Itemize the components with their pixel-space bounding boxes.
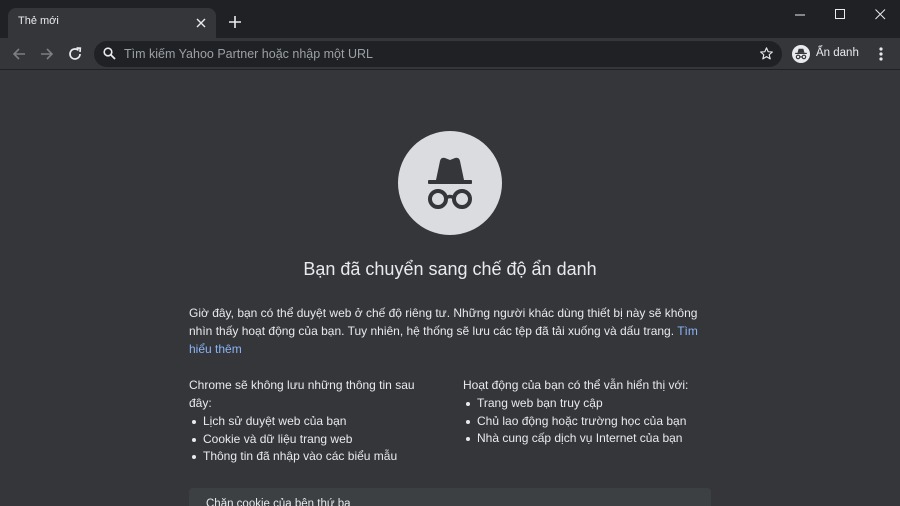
toolbar: Tìm kiếm Yahoo Partner hoặc nhập một URL…: [0, 38, 900, 70]
maximize-button[interactable]: [820, 0, 860, 28]
title-bar: Thẻ mới: [0, 0, 900, 38]
visible-to-title: Hoạt động của bạn có thể vẫn hiển thị vớ…: [463, 378, 689, 392]
arrow-right-icon: [41, 48, 54, 60]
close-icon[interactable]: [192, 14, 210, 32]
not-saved-section: Chrome sẽ không lưu những thông tin sau …: [189, 376, 431, 466]
intro-body: Giờ đây, bạn có thể duyệt web ở chế độ r…: [189, 306, 698, 338]
incognito-profile-button[interactable]: Ẩn danh: [788, 41, 864, 67]
incognito-label: Ẩn danh: [816, 47, 859, 59]
page-title: Bạn đã chuyển sang chế độ ẩn danh: [303, 259, 597, 279]
plus-icon: [229, 16, 241, 28]
back-button[interactable]: [6, 41, 32, 67]
address-bar[interactable]: Tìm kiếm Yahoo Partner hoặc nhập một URL: [94, 41, 782, 67]
list-item: Trang web bạn truy cập: [463, 395, 713, 413]
list-item: Thông tin đã nhập vào các biểu mẫu: [189, 448, 431, 466]
not-saved-list: Lịch sử duyệt web của bạn Cookie và dữ l…: [189, 413, 431, 466]
list-item: Nhà cung cấp dịch vụ Internet của bạn: [463, 430, 713, 448]
incognito-icon: [792, 45, 810, 63]
list-item: Lịch sử duyệt web của bạn: [189, 413, 431, 431]
search-icon: [103, 47, 116, 65]
new-tab-button[interactable]: [224, 11, 246, 33]
incognito-page: Bạn đã chuyển sang chế độ ẩn danh Giờ đâ…: [0, 71, 900, 506]
forward-button[interactable]: [34, 41, 60, 67]
menu-button[interactable]: [870, 41, 892, 67]
reload-button[interactable]: [62, 41, 88, 67]
arrow-left-icon: [12, 48, 25, 60]
tab-new-tab[interactable]: Thẻ mới: [8, 8, 216, 38]
address-placeholder: Tìm kiếm Yahoo Partner hoặc nhập một URL: [124, 47, 373, 61]
minimize-icon: [794, 14, 805, 15]
reload-icon: [69, 47, 82, 60]
incognito-icon: [398, 131, 502, 235]
tab-title: Thẻ mới: [18, 15, 59, 27]
list-item: Chủ lao động hoặc trường học của bạn: [463, 413, 713, 431]
star-icon[interactable]: [759, 46, 774, 66]
card-title: Chặn cookie của bên thứ ba: [206, 498, 351, 506]
visible-to-section: Hoạt động của bạn có thể vẫn hiển thị vớ…: [463, 376, 713, 448]
more-vert-icon: [879, 47, 883, 61]
maximize-icon: [834, 8, 845, 19]
not-saved-title: Chrome sẽ không lưu những thông tin sau …: [189, 378, 415, 410]
window-close-button[interactable]: [860, 0, 900, 28]
minimize-button[interactable]: [780, 0, 820, 28]
intro-text: Giờ đây, bạn có thể duyệt web ở chế độ r…: [189, 304, 711, 358]
visible-to-list: Trang web bạn truy cập Chủ lao động hoặc…: [463, 395, 713, 448]
third-party-cookies-card: Chặn cookie của bên thứ ba: [189, 488, 711, 506]
close-icon: [874, 8, 885, 19]
list-item: Cookie và dữ liệu trang web: [189, 431, 431, 449]
